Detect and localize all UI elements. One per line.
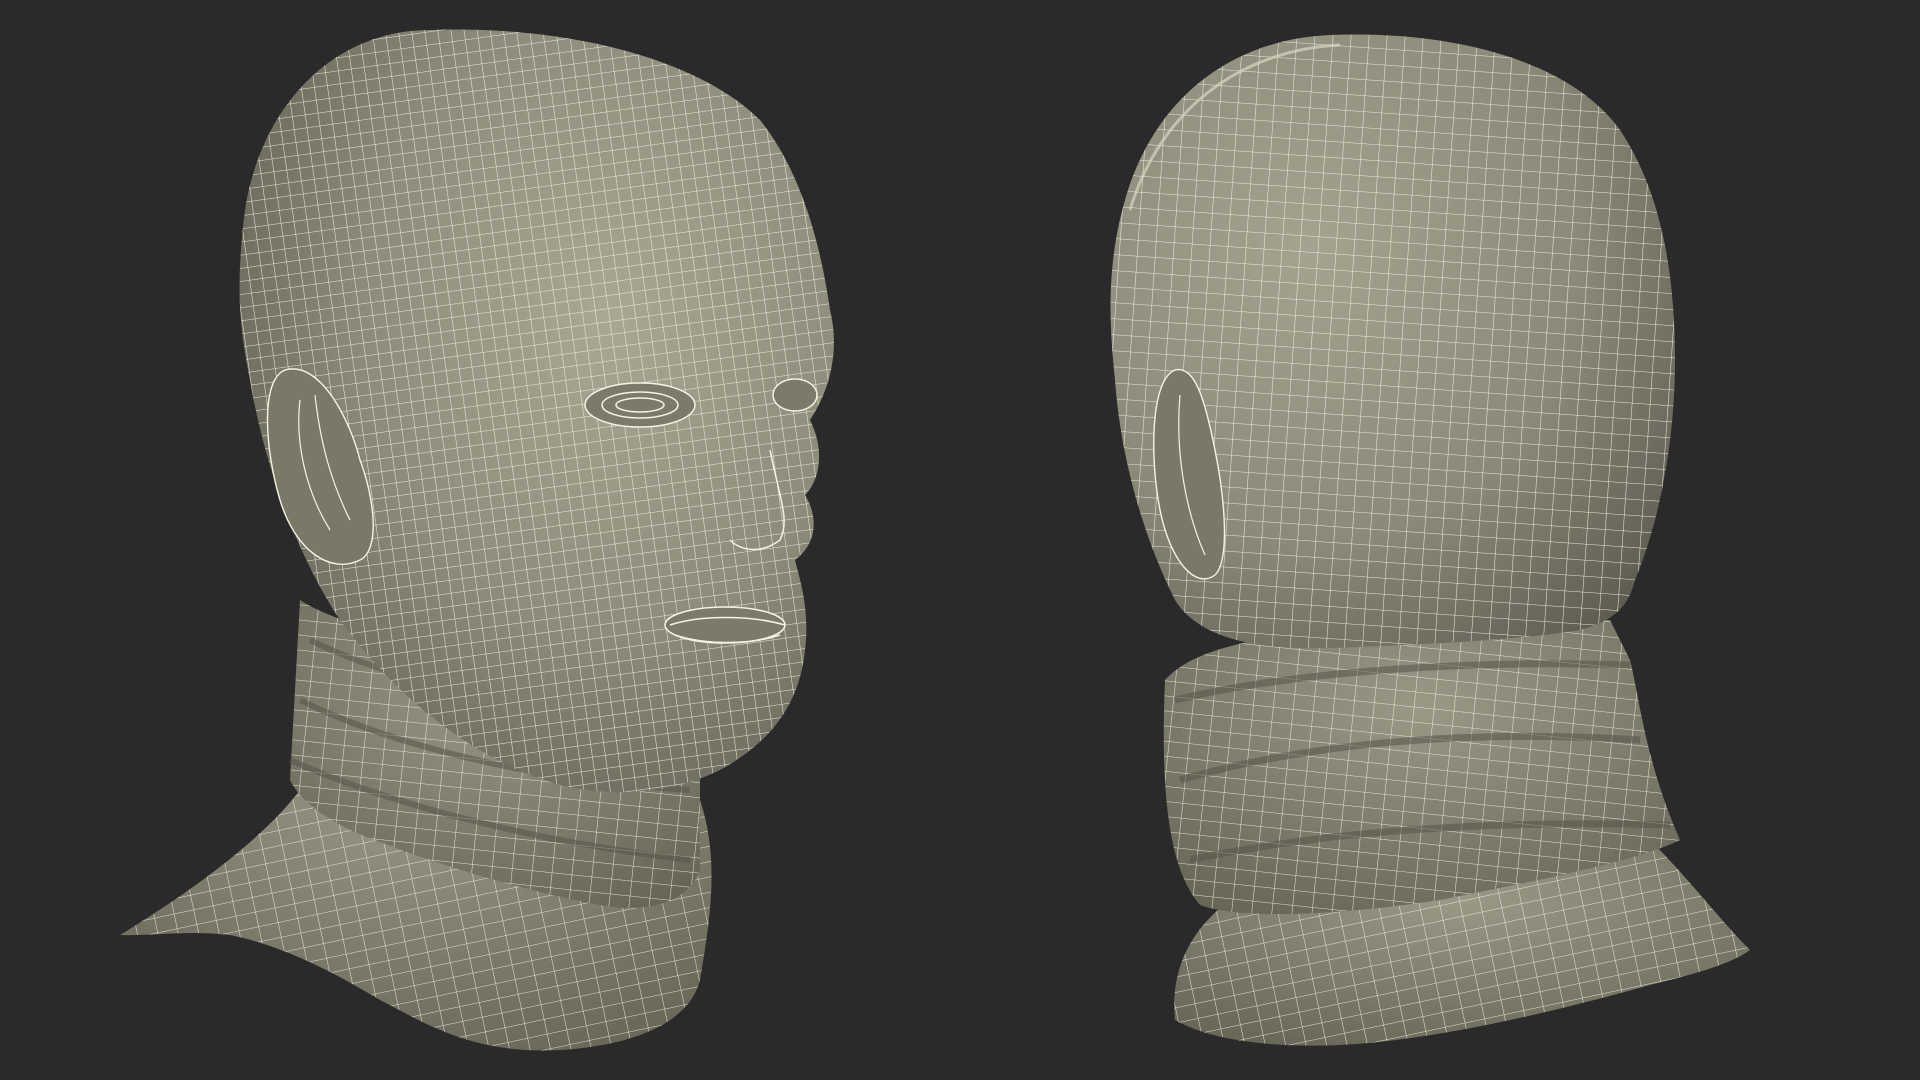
render-viewport: [0, 0, 1920, 1080]
back-view-model: [1110, 34, 1750, 1046]
wireframe-render: [120, 29, 1750, 1051]
front-view-model: [120, 29, 834, 1051]
